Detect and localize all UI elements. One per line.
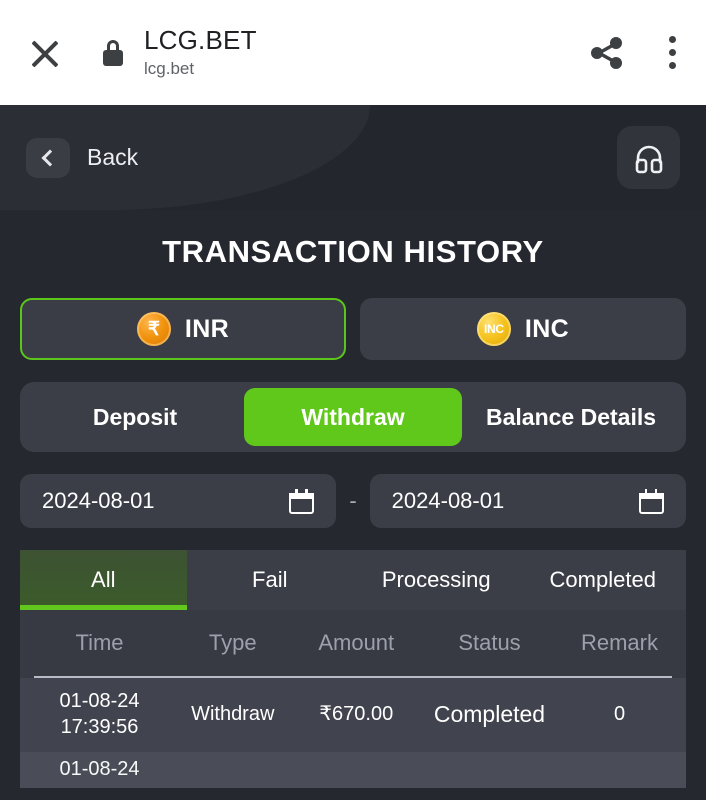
segment-deposit[interactable]: Deposit bbox=[26, 388, 244, 446]
cell-status: Completed bbox=[433, 701, 546, 728]
browser-toolbar: LCG.BET lcg.bet bbox=[0, 0, 706, 105]
filter-tab-completed[interactable]: Completed bbox=[520, 550, 687, 610]
transaction-type-segmented-control: Deposit Withdraw Balance Details bbox=[20, 382, 686, 452]
currency-tab-inc-label: INC bbox=[524, 314, 570, 343]
page-body: TRANSACTION HISTORY ₹ INR INC INC Deposi… bbox=[0, 210, 706, 800]
column-header-amount: Amount bbox=[318, 630, 395, 655]
browser-title-block: LCG.BET lcg.bet bbox=[144, 25, 257, 79]
cell-time: 01-08-24 bbox=[28, 757, 171, 783]
currency-tab-inc[interactable]: INC INC bbox=[360, 298, 686, 360]
column-header-type: Type bbox=[208, 630, 257, 655]
currency-tab-inr-label: INR bbox=[184, 314, 230, 343]
column-header-remark: Remark bbox=[580, 630, 658, 655]
browser-actions bbox=[586, 32, 684, 74]
inr-coin-icon: ₹ bbox=[136, 312, 171, 346]
date-range-picker: 2024-08-01 - 2024-08-01 bbox=[0, 452, 706, 528]
inc-coin-icon: INC bbox=[476, 312, 511, 346]
table-header-row: Time Type Amount Status Remark bbox=[20, 610, 686, 676]
close-icon[interactable] bbox=[22, 30, 68, 76]
transaction-table: Time Type Amount Status Remark 01-08-24 … bbox=[20, 610, 686, 788]
calendar-icon bbox=[639, 488, 665, 514]
chevron-left-icon bbox=[41, 149, 59, 166]
cell-time-clock: 17:39:56 bbox=[60, 716, 139, 738]
start-date-value: 2024-08-01 bbox=[42, 488, 155, 513]
cell-time: 01-08-24 17:39:56 bbox=[28, 689, 171, 740]
support-button[interactable] bbox=[617, 126, 680, 189]
app-header: Back bbox=[0, 105, 706, 210]
share-icon[interactable] bbox=[586, 32, 628, 74]
app-screen: LCG.BET lcg.bet Back TRANSACTION HISTORY… bbox=[0, 0, 706, 800]
date-range-separator: - bbox=[349, 488, 357, 513]
site-url: lcg.bet bbox=[144, 59, 195, 79]
currency-tab-inr[interactable]: ₹ INR bbox=[20, 298, 346, 360]
filter-tab-processing[interactable]: Processing bbox=[353, 550, 520, 610]
status-filter-tabs: All Fail Processing Completed bbox=[20, 550, 686, 610]
calendar-icon bbox=[289, 488, 315, 514]
currency-tab-group: ₹ INR INC INC bbox=[0, 270, 706, 360]
back-button[interactable] bbox=[26, 137, 70, 178]
end-date-value: 2024-08-01 bbox=[391, 488, 505, 513]
segment-withdraw[interactable]: Withdraw bbox=[244, 388, 462, 446]
cell-amount: ₹670.00 bbox=[319, 703, 394, 726]
more-vertical-icon[interactable] bbox=[666, 32, 678, 74]
filter-tab-all[interactable]: All bbox=[20, 550, 187, 610]
segment-balance-details[interactable]: Balance Details bbox=[462, 388, 680, 446]
end-date-field[interactable]: 2024-08-01 bbox=[369, 474, 687, 528]
start-date-field[interactable]: 2024-08-01 bbox=[20, 474, 337, 528]
cell-time-date: 01-08-24 bbox=[59, 690, 140, 713]
column-header-time: Time bbox=[75, 630, 124, 655]
cell-remark: 0 bbox=[613, 703, 626, 726]
lock-icon bbox=[100, 38, 126, 68]
site-title: LCG.BET bbox=[144, 25, 257, 56]
page-title: TRANSACTION HISTORY bbox=[162, 234, 544, 269]
table-row[interactable]: 01-08-24 bbox=[20, 752, 686, 788]
back-label[interactable]: Back bbox=[87, 144, 138, 171]
column-header-status: Status bbox=[458, 630, 521, 655]
cell-type: Withdraw bbox=[191, 703, 275, 726]
filter-tab-fail[interactable]: Fail bbox=[187, 550, 354, 610]
cell-time-date: 01-08-24 bbox=[59, 758, 140, 781]
headphones-icon bbox=[635, 145, 662, 173]
table-row[interactable]: 01-08-24 17:39:56 Withdraw ₹670.00 Compl… bbox=[20, 678, 686, 752]
